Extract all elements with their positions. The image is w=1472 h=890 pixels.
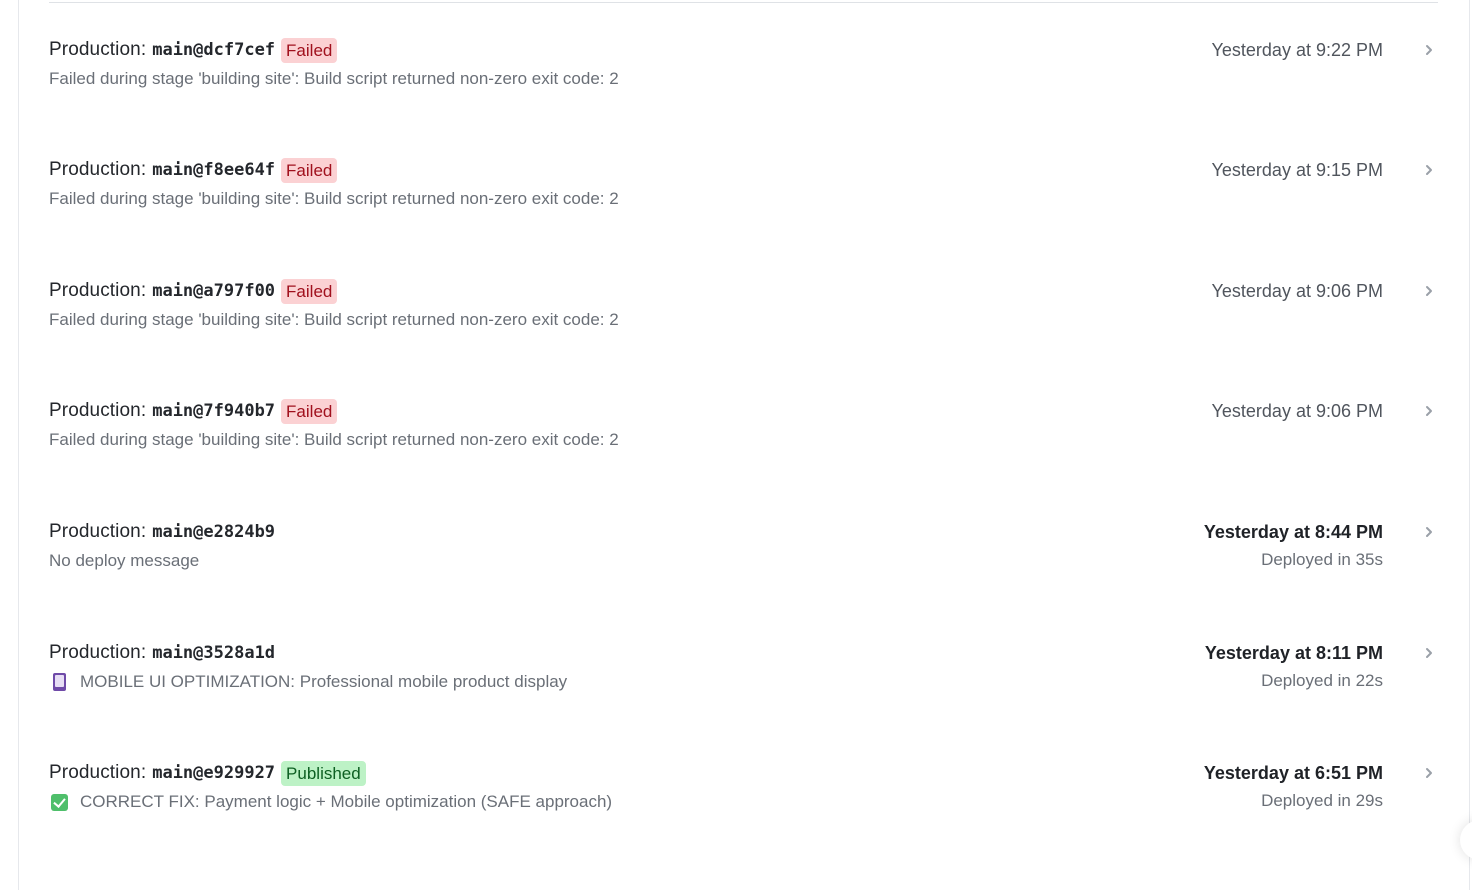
deploy-time: Yesterday at 9:06 PM bbox=[1211, 281, 1383, 301]
deploy-context: Production: bbox=[49, 159, 147, 180]
deploy-title: Production: main@e929927 Published bbox=[49, 760, 366, 786]
status-badge-published: Published bbox=[281, 760, 366, 786]
deploy-row[interactable]: Production: main@f8ee64f Failed Failed d… bbox=[49, 157, 1438, 237]
deploy-message-line: CORRECT FIX: Payment logic + Mobile opti… bbox=[49, 790, 612, 814]
deploy-message: CORRECT FIX: Payment logic + Mobile opti… bbox=[80, 792, 613, 811]
deploy-row[interactable]: Production: main@e929927 Published CORRE… bbox=[49, 760, 1438, 840]
deploy-commit-ref: main@f8ee64f bbox=[152, 160, 276, 180]
deploy-title: Production: main@3528a1d bbox=[49, 640, 275, 666]
deploy-row[interactable]: Production: main@7f940b7 Failed Failed d… bbox=[49, 398, 1438, 478]
deploy-context: Production: bbox=[49, 400, 147, 421]
deploy-context: Production: bbox=[49, 521, 147, 542]
deploy-message: Failed during stage 'building site': Bui… bbox=[49, 310, 619, 329]
deploy-message: MOBILE UI OPTIMIZATION: Professional mob… bbox=[80, 672, 568, 691]
status-badge-failed: Failed bbox=[281, 157, 338, 183]
deploy-commit-ref: main@a797f00 bbox=[152, 281, 276, 301]
chevron-right-icon bbox=[1426, 45, 1432, 55]
chevron-right-icon bbox=[1426, 406, 1432, 416]
deploy-commit-ref: main@e2824b9 bbox=[152, 522, 276, 542]
status-badge-failed: Failed bbox=[281, 398, 338, 424]
deploy-commit-ref: main@dcf7cef bbox=[152, 40, 276, 60]
deploy-message: Failed during stage 'building site': Bui… bbox=[49, 69, 619, 88]
deploy-context: Production: bbox=[49, 762, 147, 783]
deploy-duration: Deployed in 29s bbox=[1261, 791, 1383, 810]
deploy-time: Yesterday at 8:11 PM bbox=[1204, 643, 1383, 663]
chevron-right-icon bbox=[1426, 165, 1432, 175]
status-badge-failed: Failed bbox=[281, 278, 338, 304]
deploy-time: Yesterday at 9:06 PM bbox=[1211, 401, 1383, 421]
deploy-title: Production: main@a797f00 Failed bbox=[49, 278, 338, 304]
deploy-message-line: MOBILE UI OPTIMIZATION: Professional mob… bbox=[49, 670, 567, 694]
deploy-message: Failed during stage 'building site': Bui… bbox=[49, 189, 619, 208]
deploy-duration: Deployed in 22s bbox=[1261, 671, 1383, 690]
deploy-title: Production: main@f8ee64f Failed bbox=[49, 157, 338, 183]
deploy-row[interactable]: Production: main@3528a1d MOBILE UI OPTIM… bbox=[49, 640, 1438, 720]
deploy-time: Yesterday at 9:15 PM bbox=[1211, 160, 1383, 180]
chevron-right-icon bbox=[1426, 648, 1432, 658]
deploy-title: Production: main@e2824b9 bbox=[49, 519, 275, 545]
deploy-time: Yesterday at 9:22 PM bbox=[1211, 40, 1383, 60]
mobile-phone-icon bbox=[53, 673, 66, 691]
deploy-row[interactable]: Production: main@e2824b9 No deploy messa… bbox=[49, 519, 1438, 599]
deploy-row[interactable]: Production: main@dcf7cef Failed Failed d… bbox=[49, 37, 1438, 117]
deploy-time: Yesterday at 8:44 PM bbox=[1203, 522, 1383, 542]
deploy-title: Production: main@dcf7cef Failed bbox=[49, 37, 338, 63]
deploy-title: Production: main@7f940b7 Failed bbox=[49, 398, 338, 424]
deploy-commit-ref: main@7f940b7 bbox=[152, 401, 276, 421]
deploy-context: Production: bbox=[49, 642, 147, 663]
check-mark-icon bbox=[51, 793, 68, 811]
status-badge-failed: Failed bbox=[281, 37, 338, 63]
chevron-right-icon bbox=[1426, 768, 1432, 778]
deploy-message: Failed during stage 'building site': Bui… bbox=[49, 430, 619, 449]
deploy-duration: Deployed in 35s bbox=[1261, 550, 1383, 569]
chevron-right-icon bbox=[1426, 527, 1432, 537]
deploy-message: No deploy message bbox=[49, 551, 200, 570]
chevron-right-icon bbox=[1426, 286, 1432, 296]
deploy-row[interactable]: Production: main@a797f00 Failed Failed d… bbox=[49, 278, 1438, 358]
deploy-context: Production: bbox=[49, 280, 147, 301]
list-top-divider bbox=[49, 2, 1438, 3]
deploy-commit-ref: main@e929927 bbox=[152, 763, 276, 783]
deploy-time: Yesterday at 6:51 PM bbox=[1203, 763, 1383, 783]
deploy-context: Production: bbox=[49, 39, 147, 60]
deploy-commit-ref: main@3528a1d bbox=[152, 643, 276, 663]
